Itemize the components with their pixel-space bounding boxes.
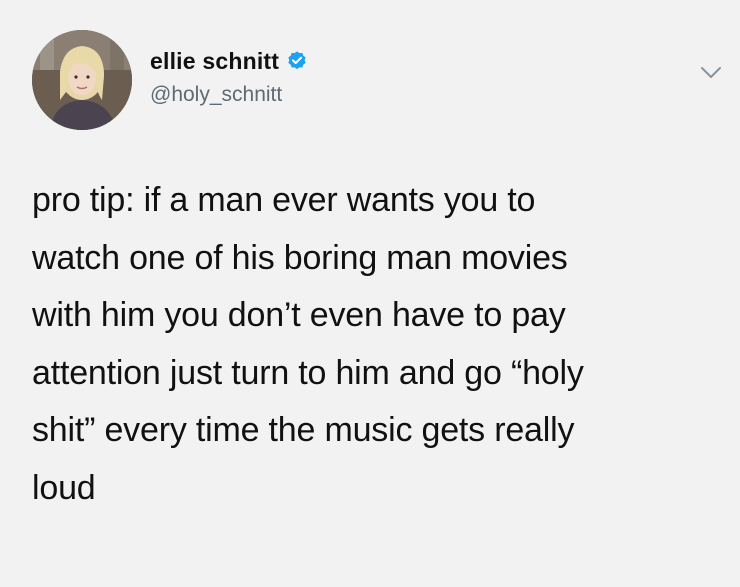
name-row: ellie schnitt: [150, 46, 308, 76]
profile-photo: [32, 30, 132, 130]
tweet-text: pro tip: if a man ever wants you to watc…: [32, 181, 584, 507]
chevron-down-icon[interactable]: [700, 66, 722, 80]
display-name[interactable]: ellie schnitt: [150, 48, 279, 75]
handle[interactable]: @holy_schnitt: [150, 83, 308, 107]
verified-badge-icon: [286, 50, 308, 72]
author-block: ellie schnitt @holy_schnitt: [150, 46, 308, 107]
tweet-card: ellie schnitt @holy_schnitt pro tip: if …: [0, 0, 740, 587]
avatar[interactable]: [32, 30, 132, 130]
